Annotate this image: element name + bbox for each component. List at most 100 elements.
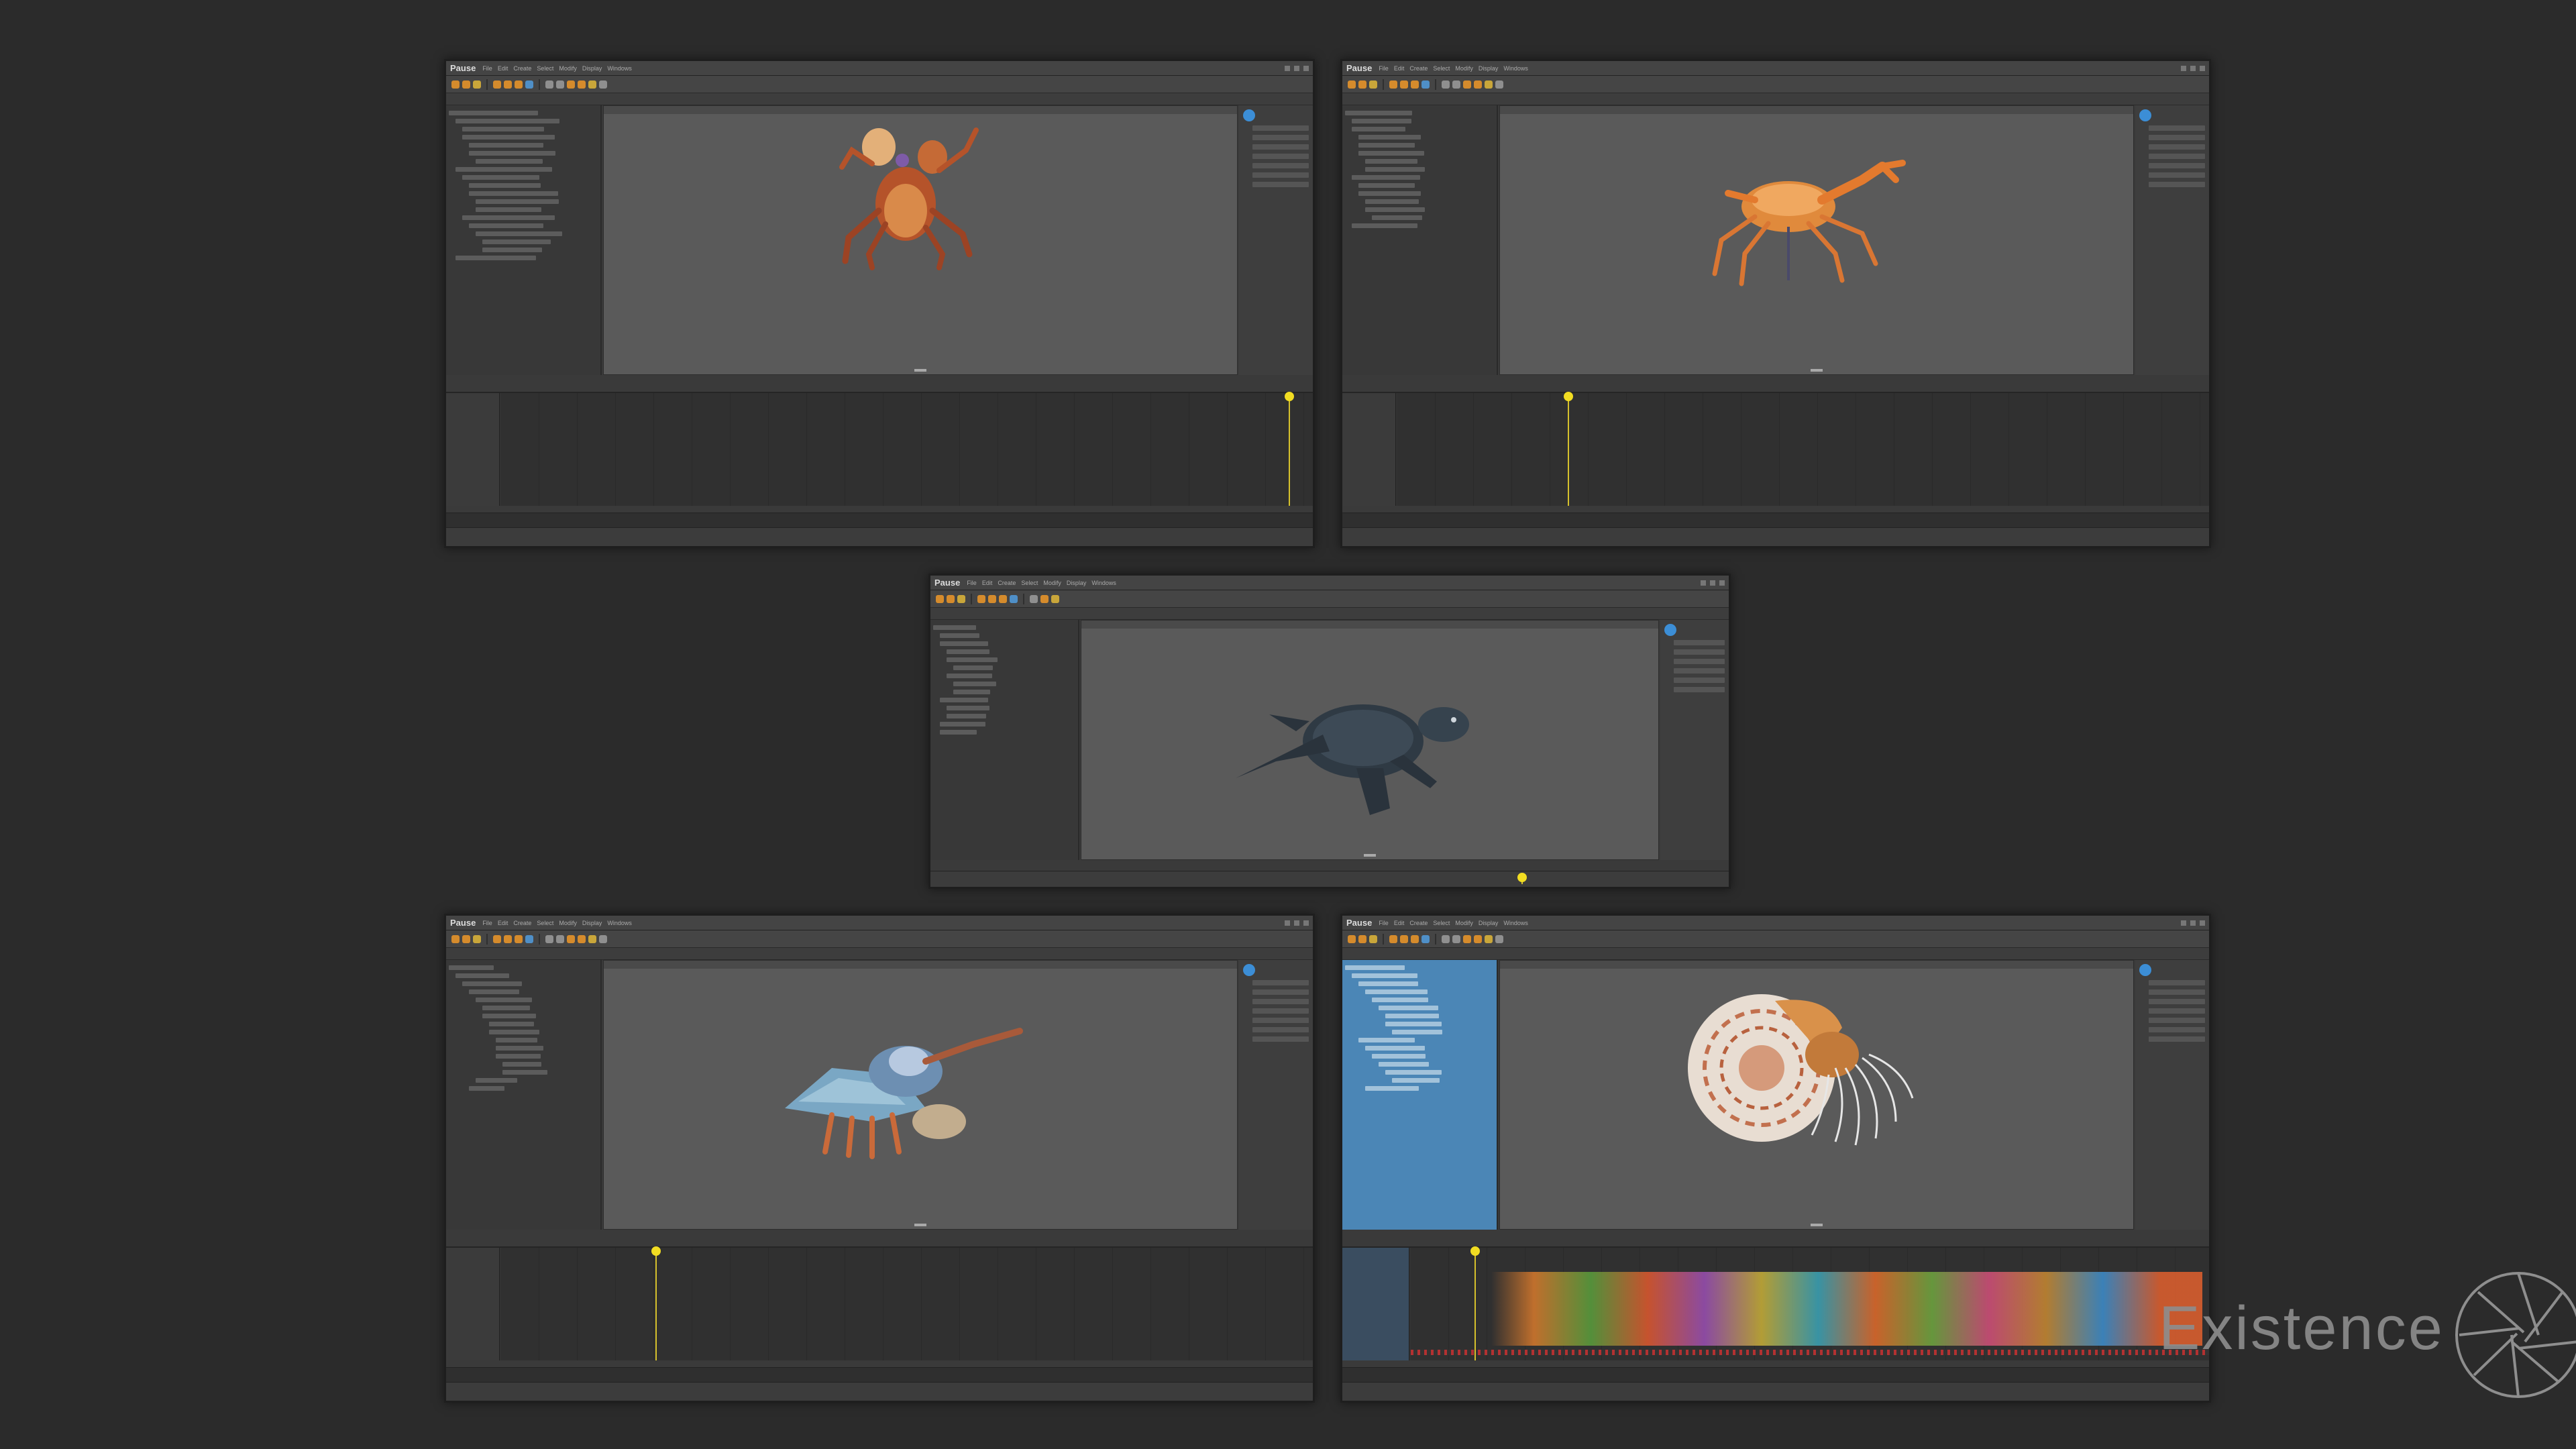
outliner-item[interactable]: [449, 111, 539, 115]
rotate-tool-icon[interactable]: [515, 80, 523, 89]
select-tool-icon[interactable]: [1389, 80, 1397, 89]
playhead[interactable]: [1564, 392, 1574, 506]
outliner-item[interactable]: [1392, 1078, 1440, 1083]
move-tool-icon[interactable]: [504, 934, 512, 943]
select-tool-icon[interactable]: [493, 80, 501, 89]
attribute-row[interactable]: [1252, 1027, 1309, 1032]
viewport-3d[interactable]: [1081, 620, 1659, 860]
menu-file[interactable]: File: [482, 920, 492, 926]
new-scene-icon[interactable]: [1348, 80, 1356, 89]
menu-create[interactable]: Create: [998, 580, 1016, 586]
attribute-row[interactable]: [1252, 1008, 1309, 1014]
outliner-item[interactable]: [1345, 965, 1405, 970]
outliner-item[interactable]: [1385, 1022, 1442, 1026]
range-slider[interactable]: [446, 513, 1313, 527]
attribute-row[interactable]: [1674, 678, 1725, 683]
minimize-icon[interactable]: [2181, 65, 2186, 71]
attribute-row[interactable]: [2149, 989, 2205, 995]
menu-edit[interactable]: Edit: [498, 65, 508, 72]
open-scene-icon[interactable]: [1358, 934, 1366, 943]
menu-windows[interactable]: Windows: [1503, 920, 1528, 926]
outliner-item[interactable]: [496, 1038, 538, 1042]
attribute-panel[interactable]: [2135, 105, 2209, 375]
save-scene-icon[interactable]: [473, 80, 481, 89]
channel-list[interactable]: [1342, 393, 1396, 506]
attribute-panel[interactable]: [1239, 105, 1313, 375]
menu-file[interactable]: File: [1379, 65, 1389, 72]
select-tool-icon[interactable]: [493, 934, 501, 943]
snap-curve-icon[interactable]: [1452, 80, 1460, 89]
ipr-render-icon[interactable]: [1474, 80, 1482, 89]
channel-list[interactable]: [446, 1248, 500, 1360]
crab-walking-model[interactable]: [1661, 153, 1929, 287]
shelf-toolbar[interactable]: [930, 590, 1729, 608]
select-tool-icon[interactable]: [1389, 934, 1397, 943]
viewport-panel-menu[interactable]: [604, 961, 1237, 969]
menu-bar[interactable]: File Edit Create Select Modify Display W…: [1379, 65, 1528, 72]
attribute-row[interactable]: [1674, 668, 1725, 674]
select-tool-icon[interactable]: [977, 594, 985, 603]
attribute-row[interactable]: [1252, 172, 1309, 178]
menu-modify[interactable]: Modify: [1043, 580, 1061, 586]
outliner-panel[interactable]: [1342, 105, 1498, 375]
shelf-toolbar[interactable]: [1342, 930, 2209, 948]
command-line[interactable]: [1342, 527, 2209, 546]
snap-curve-icon[interactable]: [556, 934, 564, 943]
menu-display[interactable]: Display: [1067, 580, 1087, 586]
outliner-item[interactable]: [1372, 215, 1423, 220]
menu-bar[interactable]: File Edit Create Select Modify Display W…: [1379, 920, 1528, 926]
playhead[interactable]: [1470, 1246, 1481, 1360]
maximize-icon[interactable]: [2190, 65, 2196, 71]
outliner-item[interactable]: [502, 1070, 547, 1075]
outliner-panel[interactable]: [446, 105, 602, 375]
outliner-item[interactable]: [482, 1014, 536, 1018]
minimize-icon[interactable]: [1285, 65, 1290, 71]
outliner-item[interactable]: [455, 119, 560, 123]
outliner-item[interactable]: [462, 135, 555, 140]
outliner-item[interactable]: [940, 730, 977, 735]
sea-turtle-model[interactable]: [1229, 667, 1477, 822]
hypershade-icon[interactable]: [1495, 80, 1503, 89]
animation-curves[interactable]: [1491, 1272, 2202, 1346]
outliner-item[interactable]: [482, 239, 551, 244]
attribute-panel[interactable]: [1239, 960, 1313, 1230]
menu-modify[interactable]: Modify: [559, 65, 577, 72]
maya-window-sea-turtle[interactable]: Pause File Edit Create Select Modify Dis…: [928, 574, 1731, 889]
ipr-render-icon[interactable]: [578, 934, 586, 943]
viewport-panel-menu[interactable]: [1500, 106, 2133, 114]
outliner-item[interactable]: [953, 690, 991, 694]
move-tool-icon[interactable]: [1400, 934, 1408, 943]
nautilus-model[interactable]: [1674, 974, 1929, 1175]
outliner-item[interactable]: [476, 207, 541, 212]
rotate-tool-icon[interactable]: [515, 934, 523, 943]
maximize-icon[interactable]: [1294, 65, 1299, 71]
outliner-item[interactable]: [1365, 159, 1417, 164]
outliner-item[interactable]: [482, 248, 542, 252]
attribute-row[interactable]: [2149, 1027, 2205, 1032]
outliner-item[interactable]: [469, 143, 543, 148]
outliner-item[interactable]: [496, 1054, 541, 1059]
time-slider-panel[interactable]: [446, 392, 1313, 506]
outliner-item[interactable]: [476, 1078, 518, 1083]
outliner-item[interactable]: [449, 965, 494, 970]
attribute-row[interactable]: [1252, 125, 1309, 131]
viewport-3d[interactable]: [1499, 960, 2134, 1230]
outliner-item[interactable]: [1365, 1046, 1425, 1051]
menu-modify[interactable]: Modify: [1455, 920, 1473, 926]
outliner-item[interactable]: [947, 674, 992, 678]
hypershade-icon[interactable]: [599, 80, 607, 89]
playhead[interactable]: [651, 1246, 661, 1360]
ipr-render-icon[interactable]: [578, 80, 586, 89]
outliner-item[interactable]: [947, 649, 989, 654]
maximize-icon[interactable]: [1294, 920, 1299, 926]
attribute-row[interactable]: [2149, 144, 2205, 150]
snap-grid-icon[interactable]: [1442, 80, 1450, 89]
close-icon[interactable]: [2200, 920, 2205, 926]
save-scene-icon[interactable]: [1369, 80, 1377, 89]
viewport-3d[interactable]: [603, 960, 1238, 1230]
window-controls[interactable]: [1285, 920, 1313, 926]
minimize-icon[interactable]: [2181, 920, 2186, 926]
scale-tool-icon[interactable]: [1010, 594, 1018, 603]
outliner-item[interactable]: [947, 657, 998, 662]
scale-tool-icon[interactable]: [525, 934, 533, 943]
